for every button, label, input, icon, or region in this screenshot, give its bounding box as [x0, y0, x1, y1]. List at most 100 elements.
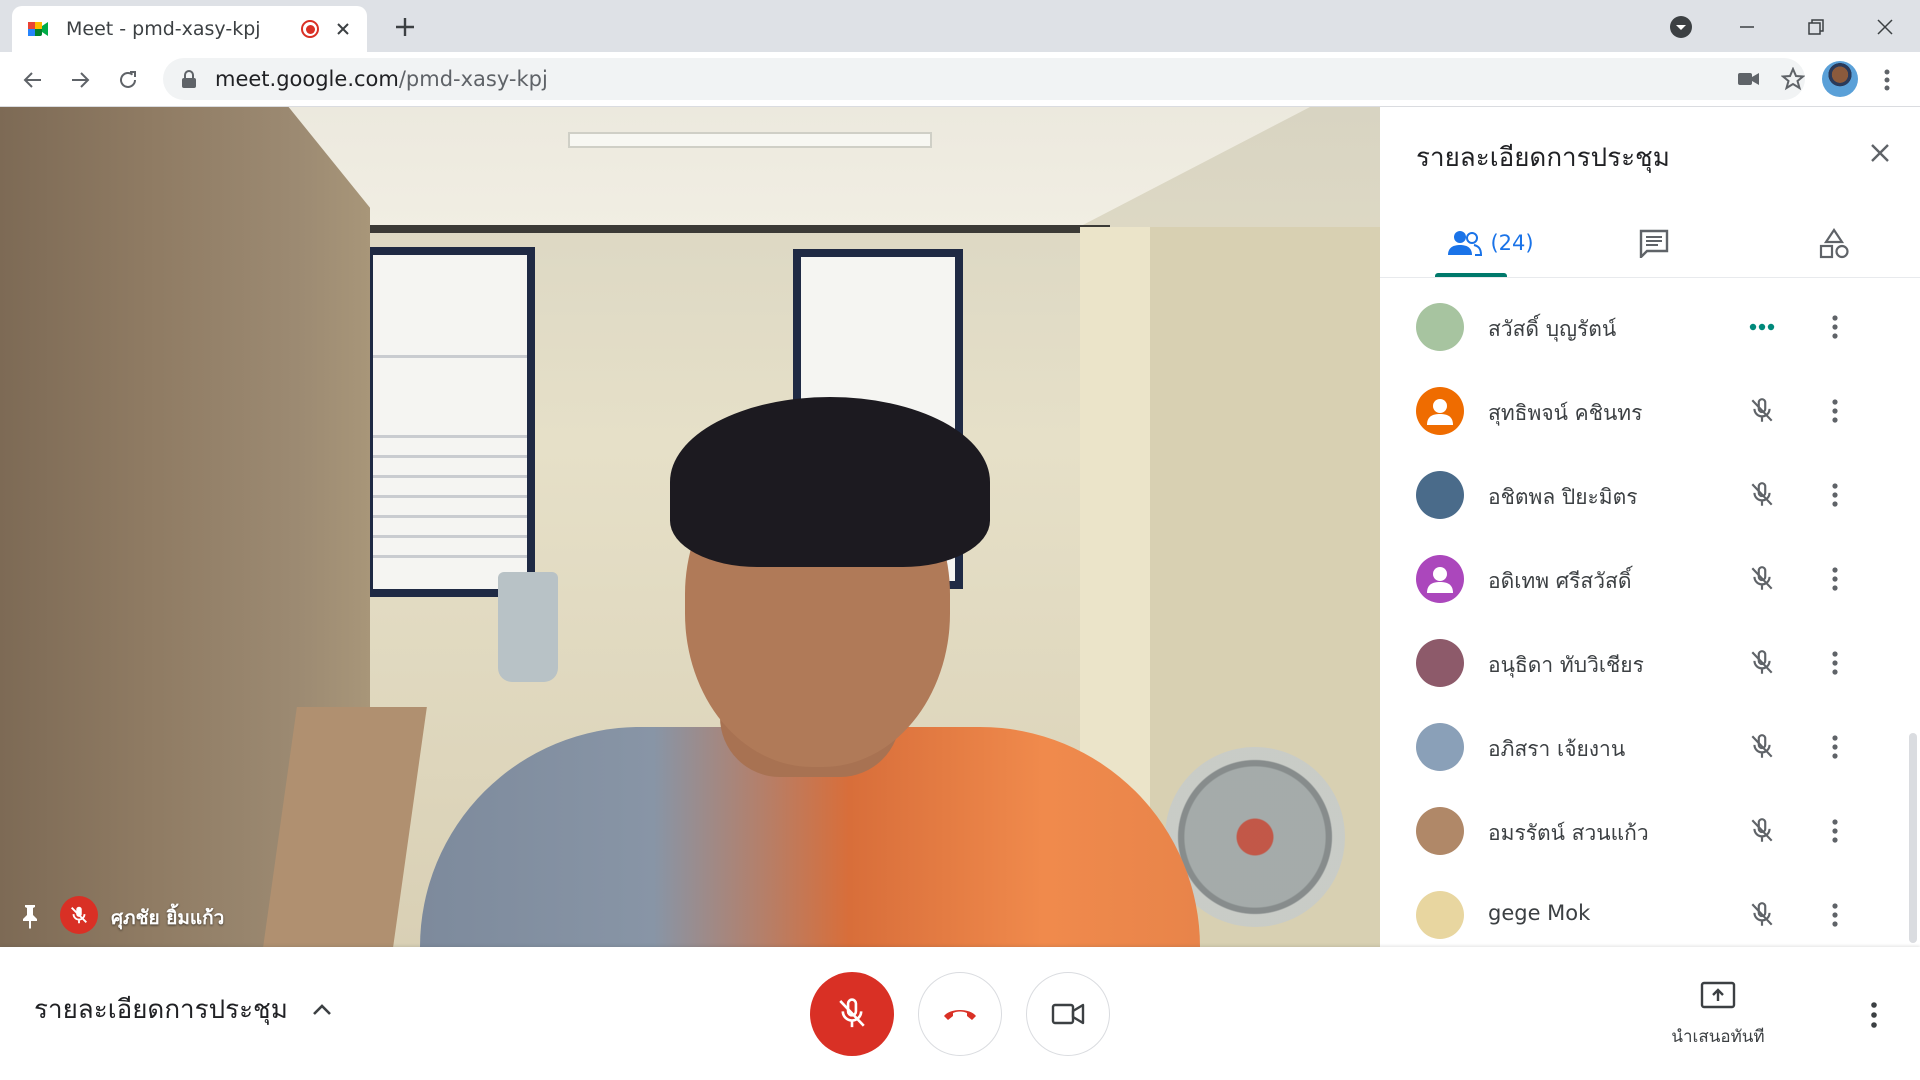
present-now-button[interactable]: นำเสนอทันที — [1650, 981, 1786, 1050]
pin-icon[interactable] — [16, 902, 44, 930]
participant-more-options-icon[interactable] — [1817, 729, 1853, 765]
url-text: meet.google.com/pmd-xasy-kpj — [215, 67, 548, 91]
address-bar[interactable]: meet.google.com/pmd-xasy-kpj — [163, 58, 1805, 100]
bookmark-star-icon[interactable] — [1777, 63, 1809, 95]
tab-search-dropdown-icon[interactable] — [1664, 10, 1698, 44]
participant-more-options-icon[interactable] — [1817, 897, 1853, 933]
minimize-window-icon[interactable] — [1730, 10, 1764, 44]
muted-mic-icon — [1744, 729, 1780, 765]
participant-name: อชิตพล ปิยะมิตร — [1488, 485, 1638, 509]
microphone-toggle-button[interactable] — [810, 972, 894, 1056]
video-person-hair — [670, 397, 990, 567]
participant-avatar — [1416, 639, 1464, 687]
muted-mic-icon — [1744, 477, 1780, 513]
speaking-activity-dots-icon — [1744, 309, 1780, 345]
muted-mic-icon — [1744, 561, 1780, 597]
browser-toolbar: meet.google.com/pmd-xasy-kpj — [0, 52, 1920, 107]
muted-mic-icon — [1744, 393, 1780, 429]
browser-profile-avatar[interactable] — [1822, 61, 1858, 97]
participant-list-scrollbar[interactable] — [1909, 733, 1917, 943]
tab-activities[interactable] — [1804, 217, 1864, 269]
participant-name: อดิเทพ ศรีสวัสดิ์ — [1488, 569, 1632, 593]
participant-row[interactable]: อนุธิดา ทับวิเชียร — [1380, 621, 1920, 705]
present-now-label: นำเสนอทันที — [1671, 1027, 1765, 1047]
url-path: /pmd-xasy-kpj — [398, 67, 548, 91]
participant-name: สวัสดิ์ บุญรัตน์ — [1488, 317, 1617, 341]
meeting-control-bar: รายละเอียดการประชุม นำเสนอทันที — [0, 947, 1920, 1080]
close-window-icon[interactable] — [1868, 10, 1902, 44]
video-camera-icon — [1051, 1003, 1085, 1025]
more-options-icon[interactable] — [1858, 999, 1890, 1031]
restore-window-icon[interactable] — [1799, 10, 1833, 44]
main-video-tile[interactable]: ศุภชัย ยิ้มแก้ว — [0, 107, 1380, 947]
tab-chat[interactable] — [1624, 217, 1684, 269]
url-domain: meet.google.com — [215, 67, 399, 91]
participant-avatar — [1416, 471, 1464, 519]
muted-mic-icon — [1744, 897, 1780, 933]
participant-name: สุทธิพจน์ คชินทร — [1488, 401, 1643, 425]
meeting-details-panel: รายละเอียดการประชุม (24) สวัสดิ์ บุญรัตน… — [1380, 107, 1920, 947]
muted-mic-icon — [1744, 813, 1780, 849]
participant-row[interactable]: อภิสรา เจ้ยงาน — [1380, 705, 1920, 789]
tab-title: Meet - pmd-xasy-kpj — [66, 18, 261, 40]
lock-icon — [182, 70, 196, 88]
participant-more-options-icon[interactable] — [1817, 393, 1853, 429]
participant-row[interactable]: gege Mok — [1380, 873, 1920, 957]
participant-name: gege Mok — [1488, 901, 1591, 925]
participant-more-options-icon[interactable] — [1817, 645, 1853, 681]
chevron-up-icon — [312, 1003, 331, 1015]
participant-more-options-icon[interactable] — [1817, 561, 1853, 597]
participant-more-options-icon[interactable] — [1817, 813, 1853, 849]
participant-avatar — [1416, 807, 1464, 855]
participant-more-options-icon[interactable] — [1817, 309, 1853, 345]
people-icon — [1448, 231, 1483, 256]
browser-tab-meet[interactable]: Meet - pmd-xasy-kpj — [12, 6, 367, 52]
participant-avatar — [1416, 555, 1464, 603]
speaker-name-label: ศุภชัย ยิ้มแก้ว — [111, 907, 225, 929]
activities-shapes-icon — [1819, 228, 1849, 259]
panel-divider — [1380, 277, 1920, 278]
video-ceiling-lamp — [568, 132, 932, 148]
participant-avatar — [1416, 387, 1464, 435]
speaker-muted-mic-icon — [60, 896, 98, 934]
chat-icon — [1639, 229, 1669, 258]
participant-avatar — [1416, 723, 1464, 771]
tab-people[interactable]: (24) — [1428, 217, 1554, 269]
back-arrow-icon[interactable] — [16, 63, 50, 97]
video-ceiling-beam — [370, 225, 1110, 233]
tab-close-icon[interactable] — [333, 19, 353, 39]
participant-name: อนุธิดา ทับวิเชียร — [1488, 653, 1644, 677]
participant-row[interactable]: สวัสดิ์ บุญรัตน์ — [1380, 285, 1920, 369]
participant-more-options-icon[interactable] — [1817, 477, 1853, 513]
browser-tabstrip: Meet - pmd-xasy-kpj — [0, 0, 1920, 52]
present-screen-icon — [1700, 981, 1736, 1009]
participant-avatar — [1416, 303, 1464, 351]
meeting-details-label: รายละเอียดการประชุม — [34, 995, 288, 1025]
panel-close-icon[interactable] — [1862, 135, 1898, 171]
participant-row[interactable]: อมรรัตน์ สวนแก้ว — [1380, 789, 1920, 873]
panel-title: รายละเอียดการประชุม — [1416, 143, 1670, 173]
meeting-details-button[interactable]: รายละเอียดการประชุม — [34, 989, 336, 1030]
hang-up-phone-icon — [944, 1010, 976, 1020]
people-count: (24) — [1490, 231, 1534, 255]
participant-avatar — [1416, 891, 1464, 939]
browser-menu-icon[interactable] — [1872, 65, 1902, 95]
forward-arrow-icon[interactable] — [63, 63, 97, 97]
participant-row[interactable]: สุทธิพจน์ คชินทร — [1380, 369, 1920, 453]
leave-call-button[interactable] — [918, 972, 1002, 1056]
camera-toggle-button[interactable] — [1026, 972, 1110, 1056]
participant-name: อมรรัตน์ สวนแก้ว — [1488, 821, 1649, 845]
camera-in-use-icon[interactable] — [1733, 63, 1765, 95]
participant-row[interactable]: อดิเทพ ศรีสวัสดิ์ — [1380, 537, 1920, 621]
google-meet-favicon-icon — [28, 22, 48, 36]
mic-off-icon — [839, 998, 865, 1028]
video-window-left — [365, 247, 535, 597]
recording-indicator-icon — [301, 20, 319, 38]
video-hanging-bag — [498, 572, 558, 682]
participant-row[interactable]: อชิตพล ปิยะมิตร — [1380, 453, 1920, 537]
reload-icon[interactable] — [111, 63, 145, 97]
participant-name: อภิสรา เจ้ยงาน — [1488, 737, 1626, 761]
muted-mic-icon — [1744, 645, 1780, 681]
video-ceiling — [260, 107, 1310, 227]
new-tab-plus-icon[interactable] — [390, 12, 420, 42]
